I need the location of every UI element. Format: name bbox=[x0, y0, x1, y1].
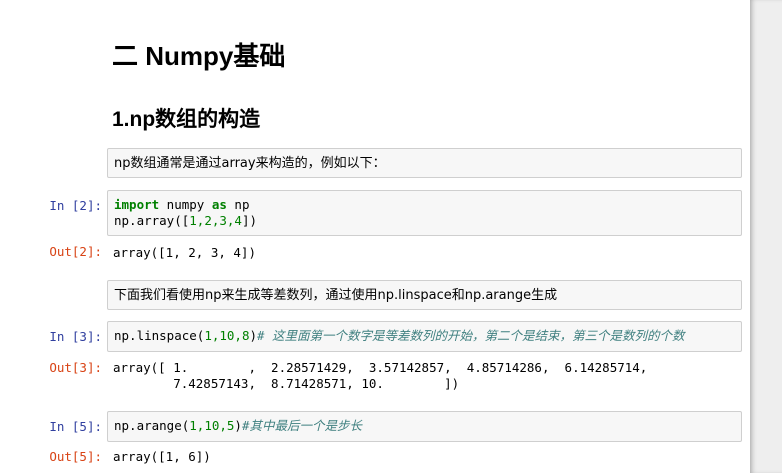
section-heading: 二 Numpy基础 bbox=[112, 41, 286, 71]
markdown-cell-linspace-intro[interactable]: 下面我们看使用np来生成等差数列，通过使用np.linspace和np.aran… bbox=[107, 280, 742, 310]
code-text: np.linspace( bbox=[114, 328, 205, 343]
output-prompt-5: Out[5]: bbox=[49, 449, 102, 464]
keyword-import: import bbox=[114, 197, 160, 212]
markdown-text: 下面我们看使用np来生成等差数列，通过使用np.linspace和np.aran… bbox=[114, 288, 558, 303]
input-prompt-3: In [3]: bbox=[49, 329, 102, 344]
code-text: np.arange( bbox=[114, 418, 190, 433]
keyword-as: as bbox=[211, 197, 227, 212]
input-prompt-5: In [5]: bbox=[49, 419, 102, 434]
output-5: array([1, 6]) bbox=[113, 449, 211, 464]
code-text: ]) bbox=[241, 213, 258, 228]
code-text: np.array([ bbox=[114, 213, 190, 228]
output-3-line1: array([ 1. , 2.28571429, 3.57142857, 4.8… bbox=[113, 360, 648, 375]
code-cell-2[interactable]: import numpy as np np.array([1,2,3,4]) bbox=[107, 190, 742, 236]
code-cell-5[interactable]: np.arange(1,10,5)#其中最后一个是步长 bbox=[107, 411, 742, 442]
notebook-area[interactable]: 二 Numpy基础 1.np数组的构造 np数组通常是通过array来构造的，例… bbox=[0, 0, 750, 473]
output-3-line2: 7.42857143, 8.71428571, 10. ]) bbox=[113, 376, 460, 391]
module-name: numpy bbox=[159, 197, 212, 212]
alias-name: np bbox=[226, 197, 250, 212]
page-margin bbox=[750, 0, 782, 473]
markdown-text: np数组通常是通过array来构造的，例如以下： bbox=[114, 156, 386, 171]
code-cell-3[interactable]: np.linspace(1,10,8)# 这里面第一个数字是等差数列的开始，第二… bbox=[107, 321, 742, 352]
code-numbers: 1,2,3,4 bbox=[189, 213, 242, 228]
code-text: ) bbox=[249, 328, 257, 343]
subsection-heading: 1.np数组的构造 bbox=[112, 108, 261, 131]
markdown-cell-array-intro[interactable]: np数组通常是通过array来构造的，例如以下： bbox=[107, 148, 742, 178]
code-numbers: 1,10,5 bbox=[189, 418, 235, 433]
output-prompt-2: Out[2]: bbox=[49, 244, 102, 259]
code-comment: #其中最后一个是步长 bbox=[241, 418, 362, 433]
output-prompt-3: Out[3]: bbox=[49, 360, 102, 375]
code-numbers: 1,10,8 bbox=[204, 328, 250, 343]
code-comment: # 这里面第一个数字是等差数列的开始，第二个是结束，第三个是数列的个数 bbox=[257, 328, 685, 343]
code-text: ) bbox=[234, 418, 242, 433]
input-prompt-2: In [2]: bbox=[49, 198, 102, 213]
output-2: array([1, 2, 3, 4]) bbox=[113, 245, 256, 260]
